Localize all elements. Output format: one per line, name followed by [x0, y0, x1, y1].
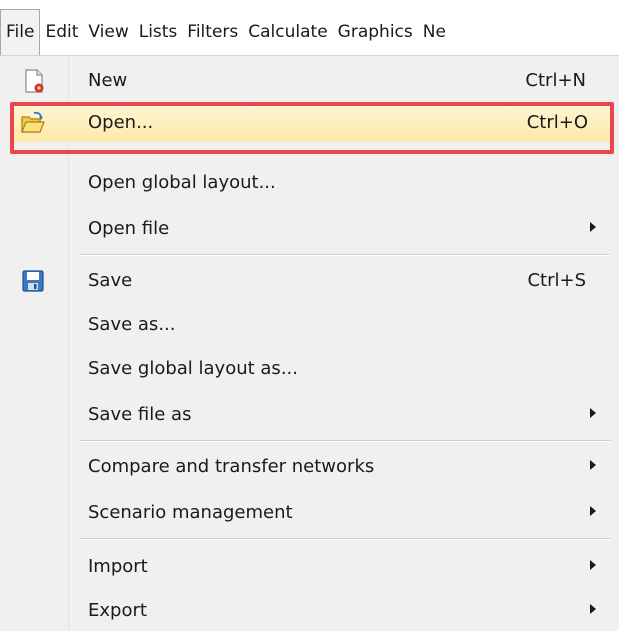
submenu-arrow-icon: [590, 460, 596, 470]
menu-graphics[interactable]: Graphics: [333, 9, 418, 55]
shortcut-label: Ctrl+S: [527, 269, 586, 291]
menu-item-label: Open...: [88, 111, 154, 133]
menu-item-new[interactable]: New Ctrl+N: [0, 60, 610, 100]
submenu-arrow-icon: [590, 222, 596, 232]
menu-item-import[interactable]: Import: [0, 546, 610, 586]
menu-view[interactable]: View: [83, 9, 133, 55]
submenu-arrow-icon: [590, 506, 596, 516]
menu-item-save-file-as[interactable]: Save file as: [0, 394, 610, 434]
menu-item-open-file[interactable]: Open file: [0, 208, 610, 248]
submenu-arrow-icon: [590, 408, 596, 418]
menu-item-label: Import: [88, 555, 148, 577]
menu-item-label: Open file: [88, 217, 170, 239]
menu-item-label: Compare and transfer networks: [88, 455, 375, 477]
menu-item-label: Save: [88, 269, 133, 291]
file-dropdown-menu: New Ctrl+N Open... Ctrl+O Open global la…: [0, 56, 619, 631]
submenu-arrow-icon: [590, 560, 596, 570]
menu-network[interactable]: Ne: [418, 9, 451, 55]
menu-item-open-global-layout[interactable]: Open global layout...: [0, 162, 610, 202]
menu-item-label: Scenario management: [88, 501, 293, 523]
shortcut-label: Ctrl+N: [525, 69, 586, 91]
menu-item-label: Open global layout...: [88, 171, 276, 193]
menu-separator: [80, 254, 610, 256]
menu-separator: [80, 538, 610, 540]
menu-file[interactable]: File: [0, 9, 41, 55]
submenu-arrow-icon: [590, 604, 596, 614]
menu-calculate[interactable]: Calculate: [243, 9, 332, 55]
menu-item-export[interactable]: Export: [0, 590, 610, 630]
menu-item-label: Save global layout as...: [88, 357, 298, 379]
menu-item-label: Save file as: [88, 403, 192, 425]
menu-lists[interactable]: Lists: [134, 9, 183, 55]
open-folder-icon: [21, 111, 45, 133]
menu-item-label: New: [88, 69, 128, 91]
menu-item-label: Export: [88, 599, 147, 621]
menu-bar: File Edit View Lists Filters Calculate G…: [0, 0, 619, 56]
menu-edit[interactable]: Edit: [40, 9, 83, 55]
menu-item-save-global-layout-as[interactable]: Save global layout as...: [0, 348, 610, 388]
menu-item-label: Save as...: [88, 313, 176, 335]
menu-item-open[interactable]: Open... Ctrl+O: [14, 102, 610, 142]
menu-item-save-as[interactable]: Save as...: [0, 304, 610, 344]
shortcut-label: Ctrl+O: [526, 111, 588, 133]
floppy-disk-icon: [22, 270, 44, 292]
menu-item-save[interactable]: Save Ctrl+S: [0, 260, 610, 300]
new-file-icon: [25, 69, 44, 93]
menu-filters[interactable]: Filters: [182, 9, 243, 55]
menu-separator: [80, 440, 610, 442]
menu-item-compare-transfer[interactable]: Compare and transfer networks: [0, 446, 610, 486]
menu-item-scenario-management[interactable]: Scenario management: [0, 492, 610, 532]
